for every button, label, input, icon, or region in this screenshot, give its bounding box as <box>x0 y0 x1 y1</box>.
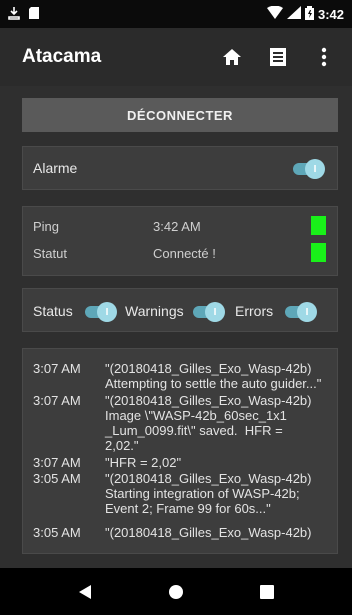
log-time: 3:07 AM <box>33 393 81 408</box>
ping-label: Ping <box>33 219 60 234</box>
toggle-knob: I <box>97 302 117 322</box>
connection-status-card: Ping 3:42 AM Statut Connecté ! <box>22 206 338 276</box>
document-list-icon[interactable] <box>266 45 290 69</box>
clock: 3:42 <box>317 6 344 22</box>
battery-icon <box>304 5 314 23</box>
status-label: Statut <box>33 246 67 261</box>
main-content: DÉCONNECTER Alarme I Ping 3:42 AM Statut… <box>0 86 352 568</box>
alarm-card: Alarme I <box>22 146 338 190</box>
log-time: 3:07 AM <box>33 361 81 376</box>
alarm-toggle[interactable]: I <box>293 159 325 179</box>
toggle-knob: I <box>205 302 225 322</box>
filter-errors-label: Errors <box>235 303 274 319</box>
log-list[interactable]: 3:07 AM "(20180418_Gilles_Exo_Wasp-42b) … <box>22 348 338 554</box>
log-time: 3:05 AM <box>33 471 81 486</box>
more-options-icon[interactable] <box>312 45 336 69</box>
app-title: Atacama <box>22 46 102 67</box>
log-message: "(20180418_Gilles_Exo_Wasp-42b) Attempti… <box>105 361 322 391</box>
ping-status-indicator <box>311 216 326 235</box>
log-message: "(20180418_Gilles_Exo_Wasp-42b) Starting… <box>105 471 312 516</box>
log-message: "(20180418_Gilles_Exo_Wasp-42b) <box>105 525 312 540</box>
toggle-knob: I <box>305 159 325 179</box>
system-nav-bar <box>0 568 352 615</box>
back-icon[interactable] <box>73 580 97 604</box>
log-time: 3:07 AM <box>33 455 81 470</box>
wifi-icon <box>266 5 283 22</box>
app-bar: Atacama <box>0 28 352 86</box>
log-filter-card: Status I Warnings I Errors I <box>22 288 338 332</box>
download-icon <box>8 6 20 23</box>
status-value: Connecté ! <box>153 246 216 261</box>
connection-status-indicator <box>311 243 326 262</box>
filter-status-toggle[interactable]: I <box>85 302 117 322</box>
home-icon[interactable] <box>220 45 244 69</box>
sd-card-icon <box>28 6 40 23</box>
log-message: "(20180418_Gilles_Exo_Wasp-42b) Image \"… <box>105 393 312 453</box>
recents-icon[interactable] <box>255 580 279 604</box>
home-nav-icon[interactable] <box>164 580 188 604</box>
alarm-label: Alarme <box>33 160 78 176</box>
signal-icon <box>286 6 301 22</box>
log-message: "HFR = 2,02" <box>105 455 182 470</box>
filter-errors-toggle[interactable]: I <box>285 302 317 322</box>
ping-value: 3:42 AM <box>153 219 201 234</box>
filter-status-label: Status <box>33 303 73 319</box>
system-status-bar: 3:42 <box>0 0 352 28</box>
filter-warnings-label: Warnings <box>125 303 184 319</box>
toggle-knob: I <box>297 302 317 322</box>
disconnect-button[interactable]: DÉCONNECTER <box>22 98 338 132</box>
filter-warnings-toggle[interactable]: I <box>193 302 225 322</box>
log-time: 3:05 AM <box>33 525 81 540</box>
